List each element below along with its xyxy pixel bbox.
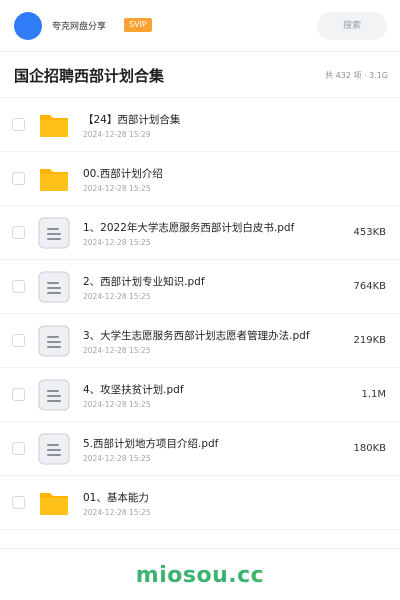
select-checkbox[interactable] (12, 442, 25, 455)
file-size: 219KB (353, 335, 386, 346)
file-row[interactable]: 2、西部计划专业知识.pdf 2024-12-28 15:25 764KB (0, 260, 400, 314)
file-list: 【24】西部计划合集 2024-12-28 15:29 00.西部计划介绍 2024-… (0, 98, 400, 530)
file-date: 2024-12-28 15:25 (83, 454, 151, 463)
file-date: 2024-12-28 15:25 (83, 292, 151, 301)
file-row[interactable]: 01、基本能力 2024-12-28 15:25 (0, 476, 400, 530)
file-date: 2024-12-28 15:25 (83, 238, 151, 247)
footer: miosou.cc (0, 548, 400, 600)
file-row[interactable]: 【24】西部计划合集 2024-12-28 15:29 (0, 98, 400, 152)
file-row[interactable]: 00.西部计划介绍 2024-12-28 15:25 (0, 152, 400, 206)
file-name: 5.西部计划地方项目介绍.pdf (83, 438, 219, 450)
svip-badge: SVIP (124, 18, 152, 32)
document-icon (38, 217, 70, 249)
file-date: 2024-12-28 15:25 (83, 400, 151, 409)
file-date: 2024-12-28 15:25 (83, 508, 151, 517)
file-name: 2、西部计划专业知识.pdf (83, 276, 205, 288)
select-checkbox[interactable] (12, 334, 25, 347)
file-name: 【24】西部计划合集 (83, 114, 181, 126)
folder-title-bar: 国企招聘西部计划合集 共 432 项 · 3.1G (0, 52, 400, 98)
file-name: 01、基本能力 (83, 492, 149, 504)
file-name: 00.西部计划介绍 (83, 168, 163, 180)
file-name: 1、2022年大学志愿服务西部计划白皮书.pdf (83, 222, 295, 234)
file-date: 2024-12-28 15:25 (83, 184, 151, 193)
file-row[interactable]: 1、2022年大学志愿服务西部计划白皮书.pdf 2024-12-28 15:25… (0, 206, 400, 260)
document-icon (38, 379, 70, 411)
file-row[interactable]: 3、大学生志愿服务西部计划志愿者管理办法.pdf 2024-12-28 15:25… (0, 314, 400, 368)
file-size: 764KB (353, 281, 386, 292)
file-date: 2024-12-28 15:25 (83, 346, 151, 355)
file-size: 1.1M (361, 389, 386, 400)
select-checkbox[interactable] (12, 226, 25, 239)
avatar[interactable] (14, 12, 42, 40)
select-checkbox[interactable] (12, 496, 25, 509)
file-row[interactable]: 4、攻坚扶贫计划.pdf 2024-12-28 15:25 1.1M (0, 368, 400, 422)
document-icon (38, 433, 70, 465)
file-name: 4、攻坚扶贫计划.pdf (83, 384, 184, 396)
site-watermark: miosou.cc (135, 563, 265, 588)
share-owner-name: 夸克网盘分享 (52, 22, 107, 32)
document-icon (38, 325, 70, 357)
file-row[interactable]: 5.西部计划地方项目介绍.pdf 2024-12-28 15:25 180KB (0, 422, 400, 476)
top-header: 夸克网盘分享 SVIP 搜索 (0, 0, 400, 52)
search-input[interactable]: 搜索 (317, 12, 387, 40)
folder-icon (38, 109, 70, 141)
select-checkbox[interactable] (12, 118, 25, 131)
folder-icon (38, 487, 70, 519)
file-date: 2024-12-28 15:29 (83, 130, 151, 139)
select-checkbox[interactable] (12, 388, 25, 401)
folder-summary: 共 432 项 · 3.1G (325, 71, 388, 80)
select-checkbox[interactable] (12, 280, 25, 293)
folder-icon (38, 163, 70, 195)
page-title: 国企招聘西部计划合集 (14, 67, 165, 85)
file-size: 180KB (353, 443, 386, 454)
file-size: 453KB (353, 227, 386, 238)
document-icon (38, 271, 70, 303)
file-name: 3、大学生志愿服务西部计划志愿者管理办法.pdf (83, 330, 310, 342)
select-checkbox[interactable] (12, 172, 25, 185)
